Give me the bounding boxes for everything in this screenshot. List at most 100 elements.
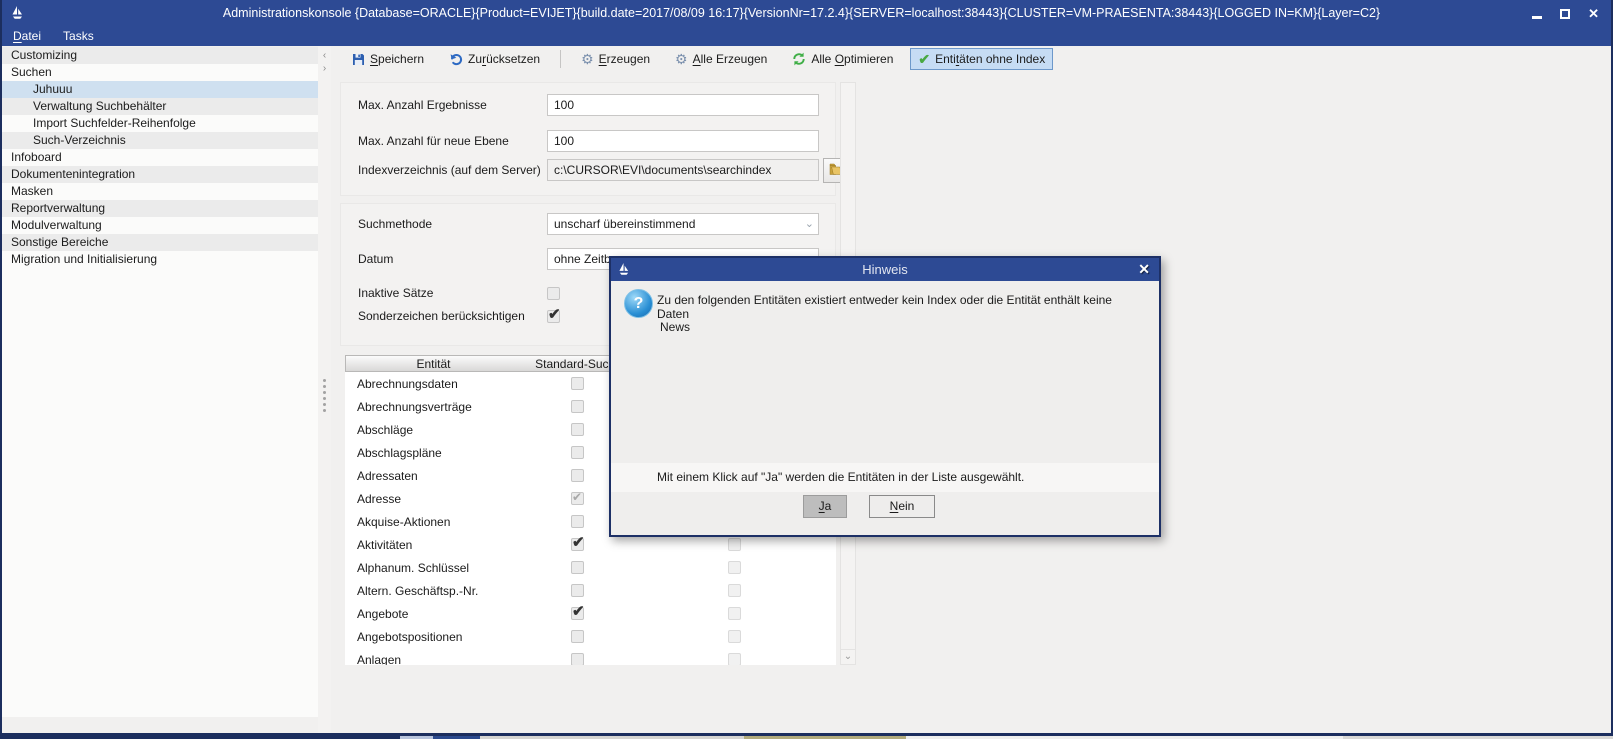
zuruecksetzen-button[interactable]: Zurücksetzen — [441, 48, 548, 70]
sidebar: CustomizingSuchenJuhuuuVerwaltung Suchbe… — [2, 47, 318, 717]
standard-suche-checkbox[interactable]: ✔ — [571, 538, 584, 551]
sidebar-item[interactable]: Sonstige Bereiche — [2, 234, 318, 251]
collapse-left-icon[interactable]: ‹ — [318, 49, 331, 62]
entity-label: Adresse — [345, 492, 520, 506]
standard-suche-checkbox[interactable] — [571, 515, 584, 528]
sidebar-item[interactable]: Such-Verzeichnis — [2, 132, 318, 149]
sidebar-item[interactable]: Masken — [2, 183, 318, 200]
suchmethode-select[interactable]: unscharf übereinstimmend ⌄ — [547, 213, 819, 235]
sonderzeichen-checkbox[interactable]: ✔ — [547, 310, 560, 323]
max-ergebnisse-input[interactable] — [547, 94, 819, 116]
standard-suche-checkbox[interactable] — [571, 446, 584, 459]
indexverzeichnis-input[interactable] — [547, 159, 819, 181]
label-post: ptimieren — [844, 52, 893, 66]
table-row: Angebote✔ — [345, 602, 836, 625]
standard-suche-checkbox[interactable]: ✔ — [571, 607, 584, 620]
standard-suche-checkbox[interactable] — [571, 469, 584, 482]
label-post: rzeugen — [607, 52, 650, 66]
undo-icon — [449, 52, 463, 66]
minimize-icon[interactable] — [1532, 16, 1542, 19]
suchmethode-label: Suchmethode — [358, 213, 432, 235]
third-column-checkbox[interactable] — [728, 607, 741, 620]
green-check-icon: ✔ — [918, 53, 930, 66]
gear-icon: ⚙ — [581, 53, 594, 66]
window-controls: ✕ — [1532, 8, 1599, 20]
ja-button[interactable]: Ja — [803, 495, 847, 518]
entity-label: Angebotspositionen — [345, 630, 520, 644]
sidebar-item[interactable]: Juhuuu — [2, 81, 318, 98]
scroll-down-icon[interactable]: ⌄ — [840, 649, 856, 665]
datum-label: Datum — [358, 248, 393, 270]
optimize-refresh-icon — [792, 52, 806, 66]
header-entitaet[interactable]: Entität — [346, 357, 521, 371]
sidebar-item[interactable]: Import Suchfelder-Reihenfolge — [2, 115, 318, 132]
sidebar-item[interactable]: Suchen — [2, 64, 318, 81]
dialog-close-icon[interactable]: ✕ — [1138, 261, 1150, 278]
standard-suche-cell — [520, 630, 635, 643]
check-glyph: ✔ — [548, 305, 561, 323]
sidebar-item[interactable]: Reportverwaltung — [2, 200, 318, 217]
label-post: äten ohne Index — [959, 52, 1045, 66]
standard-suche-checkbox[interactable] — [571, 653, 584, 665]
third-column-checkbox[interactable] — [728, 538, 741, 551]
menu-bar: Datei Tasks — [0, 26, 1613, 46]
menu-item-tasks[interactable]: Tasks — [63, 29, 94, 43]
button-label: Zurücksetzen — [468, 52, 540, 66]
speichern-button[interactable]: Speichern — [344, 48, 432, 70]
standard-suche-cell — [520, 584, 635, 597]
table-row: Anlagen — [345, 648, 836, 665]
third-column-checkbox[interactable] — [728, 653, 741, 665]
sidebar-item[interactable]: Migration und Initialisierung — [2, 251, 318, 268]
sidebar-item[interactable]: Dokumentenintegration — [2, 166, 318, 183]
entity-label: Alphanum. Schlüssel — [345, 561, 520, 575]
standard-suche-checkbox[interactable] — [571, 630, 584, 643]
table-row: Altern. Geschäftsp.-Nr. — [345, 579, 836, 602]
button-label: Alle Erzeugen — [693, 52, 768, 66]
third-column-cell — [635, 653, 833, 665]
erzeugen-button[interactable]: ⚙ Erzeugen — [573, 48, 658, 70]
menu-item-datei[interactable]: Datei — [13, 29, 41, 43]
third-column-cell — [635, 607, 833, 620]
chevron-down-icon: ⌄ — [805, 214, 814, 234]
alle-erzeugen-button[interactable]: ⚙ Alle Erzeugen — [667, 48, 775, 70]
splitter-grip-icon[interactable] — [323, 379, 326, 415]
sidebar-item[interactable]: Verwaltung Suchbehälter — [2, 98, 318, 115]
third-column-checkbox[interactable] — [728, 584, 741, 597]
standard-suche-checkbox[interactable]: ✔ — [571, 492, 584, 505]
label-post: ücksetzen — [486, 52, 540, 66]
collapse-right-icon[interactable]: › — [318, 62, 331, 75]
check-glyph: ✔ — [572, 533, 585, 551]
third-column-checkbox[interactable] — [728, 561, 741, 574]
dialog-hint: Mit einem Klick auf "Ja" werden die Enti… — [611, 463, 1159, 492]
max-neue-ebene-input[interactable] — [547, 130, 819, 152]
close-icon[interactable]: ✕ — [1588, 8, 1599, 20]
standard-suche-checkbox[interactable] — [571, 561, 584, 574]
sidebar-item[interactable]: Customizing — [2, 47, 318, 64]
table-row: Angebotspositionen — [345, 625, 836, 648]
button-label: Entitäten ohne Index — [935, 52, 1045, 66]
entitaeten-ohne-index-button[interactable]: ✔ Entitäten ohne Index — [910, 48, 1053, 70]
entity-label: Abrechnungsdaten — [345, 377, 520, 391]
window-titlebar[interactable]: Administrationskonsole {Database=ORACLE}… — [0, 0, 1613, 26]
maximize-icon[interactable] — [1560, 9, 1570, 19]
sidebar-item[interactable]: Infoboard — [2, 149, 318, 166]
standard-suche-checkbox[interactable] — [571, 423, 584, 436]
standard-suche-checkbox[interactable] — [571, 377, 584, 390]
label-pre: Zu — [468, 52, 482, 66]
dialog-titlebar[interactable]: Hinweis ✕ — [611, 258, 1159, 281]
third-column-checkbox[interactable] — [728, 630, 741, 643]
entity-label: Akquise-Aktionen — [345, 515, 520, 529]
check-glyph: ✔ — [572, 490, 582, 504]
inaktive-saetze-label: Inaktive Sätze — [358, 282, 433, 304]
alle-optimieren-button[interactable]: Alle Optimieren — [784, 48, 901, 70]
inaktive-saetze-checkbox[interactable] — [547, 287, 560, 300]
standard-suche-checkbox[interactable] — [571, 584, 584, 597]
entity-label: Adressaten — [345, 469, 520, 483]
sidebar-splitter[interactable]: ‹ › — [318, 46, 331, 733]
third-column-cell — [635, 561, 833, 574]
nein-button[interactable]: Nein — [869, 495, 935, 518]
sidebar-item[interactable]: Modulverwaltung — [2, 217, 318, 234]
standard-suche-checkbox[interactable] — [571, 400, 584, 413]
label-post: atei — [22, 29, 41, 43]
button-label: Speichern — [370, 52, 424, 66]
